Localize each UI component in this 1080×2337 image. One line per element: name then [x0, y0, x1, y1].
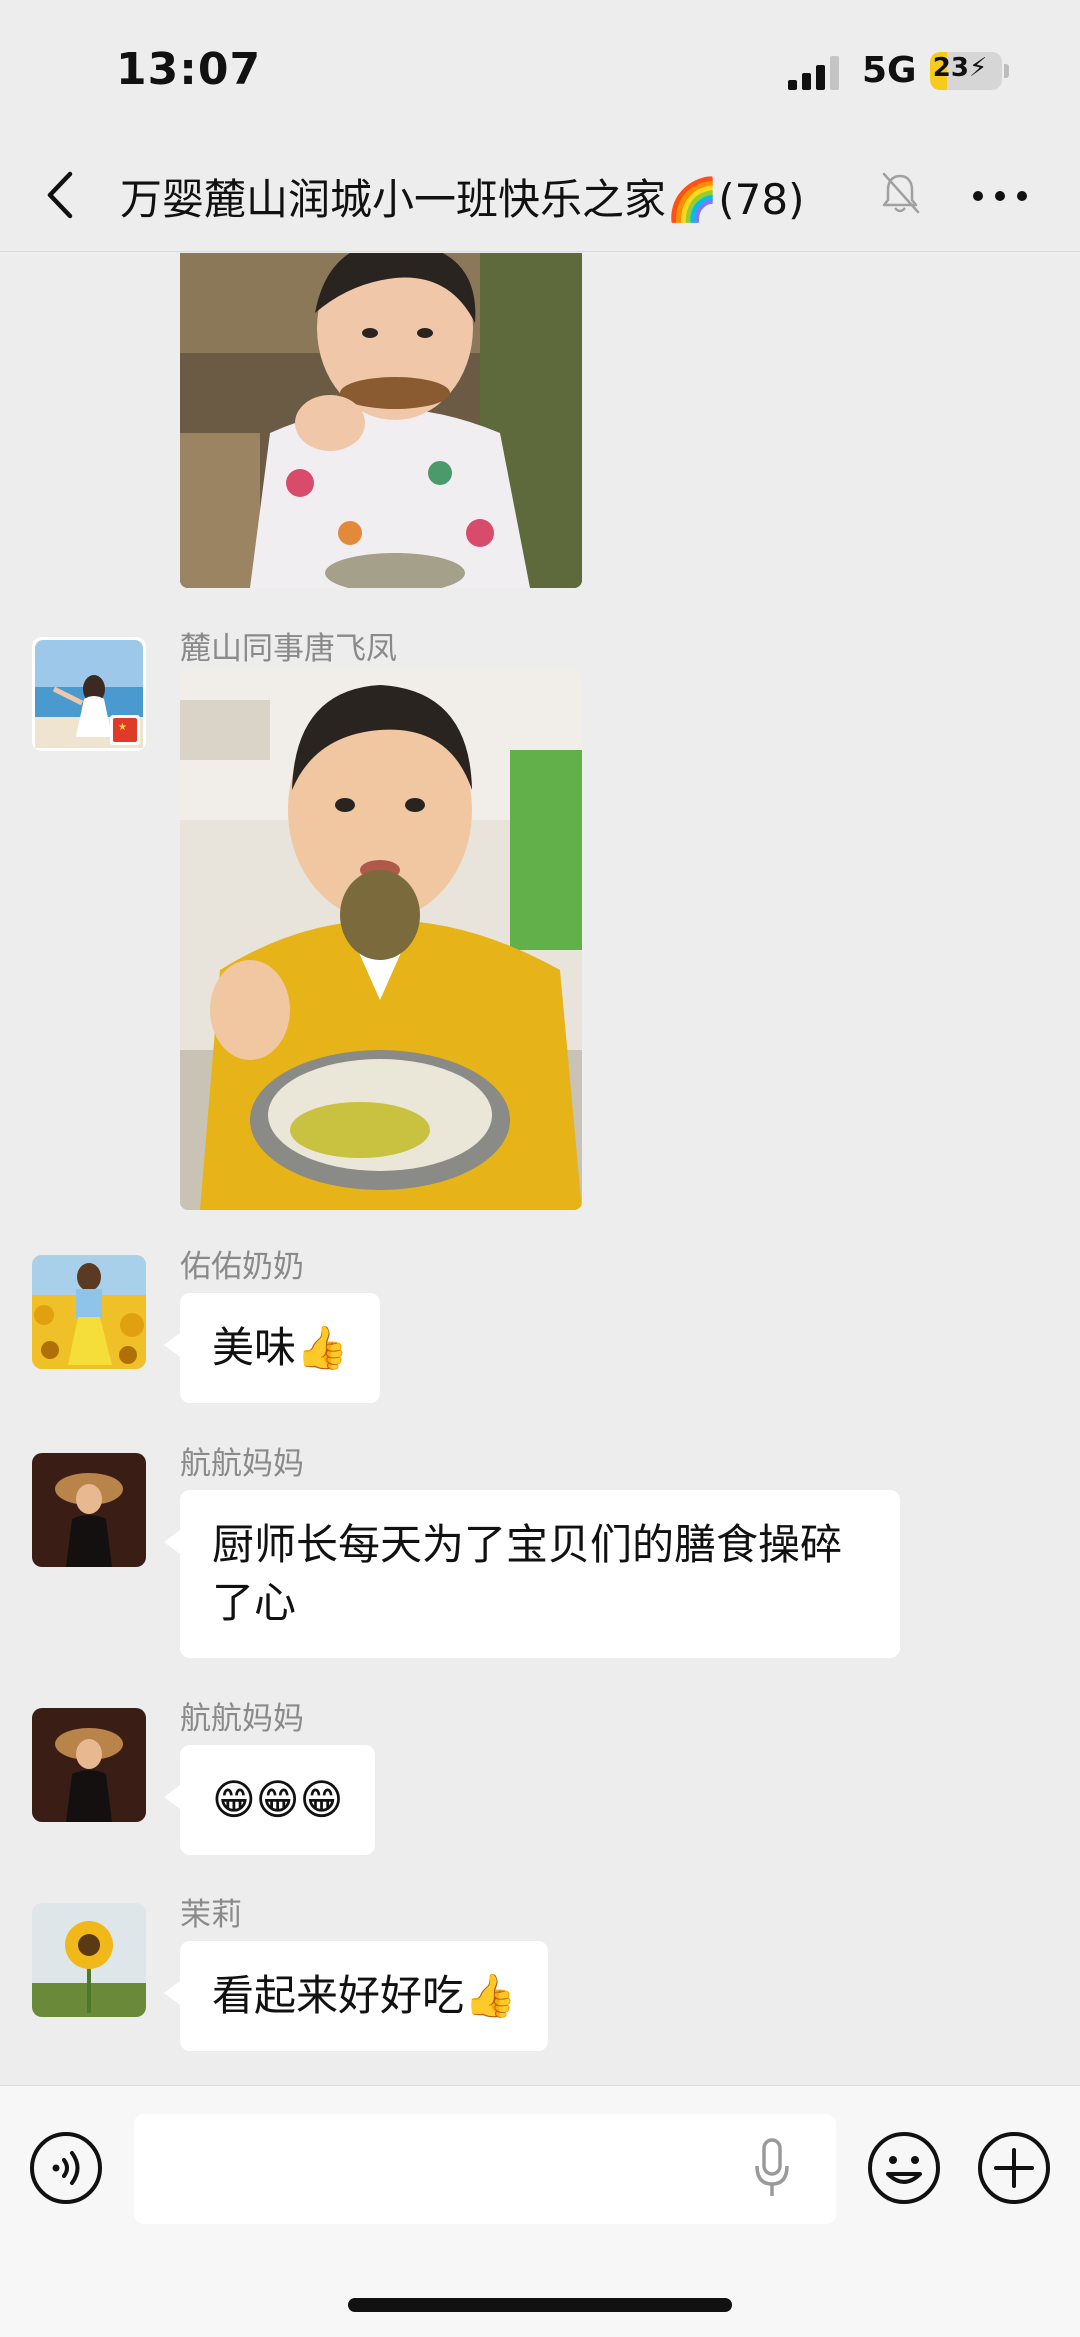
voice-icon[interactable] [28, 2130, 104, 2206]
back-icon[interactable] [40, 166, 84, 224]
status-time: 13:07 [116, 44, 262, 95]
avatar[interactable] [32, 1453, 146, 1567]
sender-name: 麓山同事唐飞凤 [180, 631, 397, 667]
message-input[interactable] [134, 2114, 836, 2224]
avatar[interactable] [32, 1255, 146, 1369]
sender-name: 佑佑奶奶 [180, 1249, 304, 1285]
avatar-sunflower-girl-image [32, 1255, 146, 1369]
battery-level: 23⚡ [932, 53, 988, 83]
battery-indicator: 23⚡ [930, 52, 1002, 90]
battery-cap [1004, 64, 1009, 78]
avatar[interactable] [32, 1903, 146, 2017]
message-bubble[interactable]: 美味👍 [163, 1293, 381, 1403]
message-text: 😁😁😁 [212, 1775, 344, 1824]
input-bar [0, 2085, 1080, 2337]
group-chat-title: 万婴麓山润城小一班快乐之家🌈(78) [120, 175, 805, 224]
home-indicator[interactable] [348, 2298, 732, 2312]
charging-bolt-icon: ⚡ [968, 53, 988, 83]
mute-bell-icon [882, 172, 920, 214]
message-text: 看起来好好吃👍 [212, 1971, 517, 2020]
avatar-woman-hat-image [32, 1708, 146, 1822]
sender-name: 航航妈妈 [180, 1701, 304, 1737]
avatar-beach-image: ★ [32, 637, 146, 751]
sender-name: 茉莉 [180, 1897, 242, 1933]
avatar-woman-hat-image [32, 1453, 146, 1567]
emoji-icon[interactable] [866, 2130, 942, 2206]
avatar-sunflower-image [32, 1903, 146, 2017]
network-type: 5G [862, 50, 917, 91]
svg-text:★: ★ [118, 722, 127, 733]
sender-name: 航航妈妈 [180, 1446, 304, 1482]
plus-icon[interactable] [976, 2130, 1052, 2206]
signal-icon [788, 56, 839, 90]
mic-icon[interactable] [752, 2136, 792, 2202]
status-bar: 13:07 5G 23⚡ [0, 0, 1080, 140]
message-image[interactable] [180, 670, 582, 1210]
message-bubble[interactable]: 厨师长每天为了宝贝们的膳食操碎了心 [164, 1490, 900, 1658]
message-text: 美味👍 [212, 1323, 349, 1372]
message-bubble[interactable]: 看起来好好吃👍 [163, 1941, 549, 2051]
avatar[interactable] [32, 1708, 146, 1822]
more-icon[interactable] [970, 178, 1030, 214]
child-eating-photo-2 [180, 670, 582, 1210]
child-eating-photo-1 [180, 253, 582, 588]
message-bubble[interactable]: 😁😁😁 [163, 1745, 376, 1855]
message-image[interactable] [180, 253, 582, 588]
message-list[interactable]: ★ 麓山同事唐飞凤 佑佑奶奶 美味👍 航航妈妈 厨师长每天为了宝贝们的膳食操碎了… [0, 253, 1080, 2085]
avatar[interactable]: ★ [32, 637, 146, 751]
message-text: 厨师长每天为了宝贝们的膳食操碎了心 [212, 1520, 843, 1627]
chat-header: 万婴麓山润城小一班快乐之家🌈(78) [0, 140, 1080, 252]
